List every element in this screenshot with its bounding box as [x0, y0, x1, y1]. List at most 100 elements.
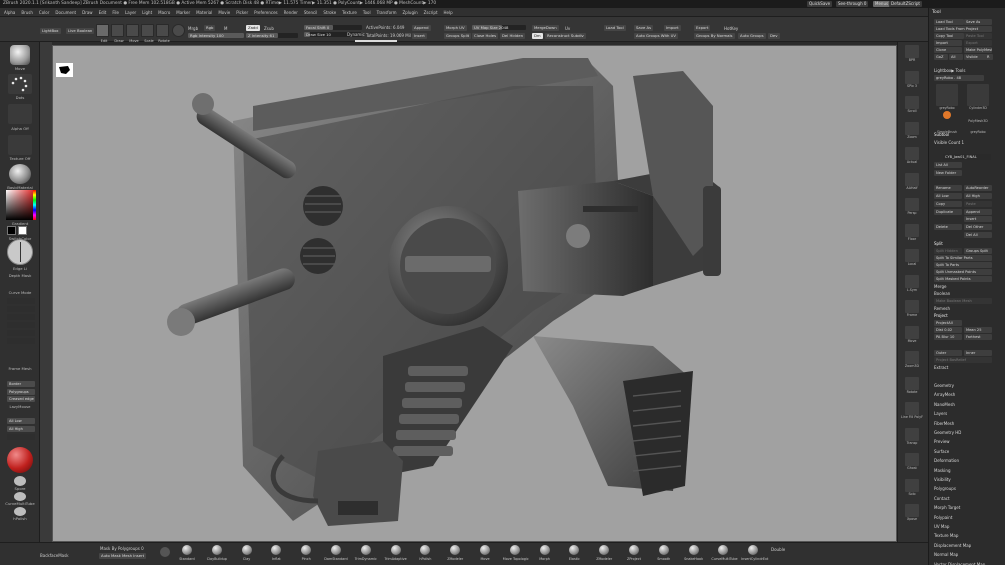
menu-file[interactable]: File [112, 10, 119, 15]
auto-groups-button[interactable]: Auto Groups [738, 33, 766, 39]
view-l-sym-button[interactable]: L.Sym [905, 274, 919, 292]
tool-clone-button[interactable]: Clone [934, 47, 962, 53]
menu-marker[interactable]: Marker [176, 10, 190, 15]
rename-button[interactable]: Rename [934, 185, 962, 191]
menus-toggle[interactable]: Menus [873, 1, 891, 7]
tool-thumb-greyrobo-2[interactable]: greyRobo [967, 108, 989, 134]
creased-edge-button[interactable]: Creased edge [7, 396, 35, 402]
mrgb-toggle[interactable]: Mrgb [188, 26, 198, 31]
double-toggle[interactable]: Double [771, 547, 785, 552]
menu-material[interactable]: Material [196, 10, 212, 15]
main-color-swatch[interactable] [7, 226, 16, 235]
tool-thumb-greyrobo[interactable]: greyRobo [936, 84, 958, 110]
menu-picker[interactable]: Picker [236, 10, 248, 15]
save-as-button[interactable]: Save As [634, 25, 654, 31]
hpolish-brush-icon[interactable] [14, 507, 26, 516]
section-visibility[interactable]: Visibility [934, 477, 951, 482]
view-aahalf-button[interactable]: AAHalf [905, 172, 919, 190]
brush-move-topologic[interactable]: Move Topologic [503, 545, 529, 561]
brush-smooth[interactable]: Smooth [652, 545, 676, 561]
brush-zmodeler[interactable]: ZModeler [592, 545, 616, 561]
dynamic-toggle[interactable]: Dynamic [347, 32, 365, 37]
groups-split-button[interactable]: Groups Split [444, 33, 472, 39]
brush-damstandard[interactable]: DamStandard [324, 545, 348, 561]
document-canvas[interactable] [52, 45, 897, 542]
view-zoom3d-button[interactable]: Zoom3D [905, 351, 919, 368]
section-deformation[interactable]: Deformation [934, 458, 959, 463]
menu-color[interactable]: Color [39, 10, 49, 15]
menu-zplugin[interactable]: Zplugin [403, 10, 418, 15]
tool-export-button[interactable]: Export [964, 40, 992, 46]
load-tool-button[interactable]: Load Tool [604, 25, 626, 31]
section-layers[interactable]: Layers [934, 411, 947, 416]
append-subtool-button[interactable]: Append [964, 209, 992, 215]
menu-help[interactable]: Help [444, 10, 453, 15]
edit-mode-button[interactable]: Edit [96, 24, 109, 43]
brush-curvemultitube[interactable]: CurveMultiTube [711, 545, 738, 561]
brush-pinch[interactable]: Pinch [294, 545, 318, 561]
rgb-toggle[interactable]: Rgb [204, 25, 216, 31]
texture-thumbnail-icon[interactable] [8, 135, 32, 155]
brush-snakehook[interactable]: SnakeHook [682, 545, 706, 561]
brush-thumbnail-icon[interactable] [10, 45, 30, 65]
paste-button[interactable]: Paste [964, 201, 992, 207]
tool-load-tools-from-project-button[interactable]: Load Tools From Project [934, 26, 992, 32]
split-unmasked-button[interactable]: Split Unmasked Points [934, 269, 992, 275]
tool-copy-tool-button[interactable]: Copy Tool [934, 33, 964, 39]
view-transp-button[interactable]: Transp [905, 427, 919, 445]
del-all-button[interactable]: Del All [964, 232, 992, 238]
depth-mask-label[interactable]: Depth Mask [2, 273, 38, 278]
brush-morph[interactable]: Morph [533, 545, 557, 561]
view-persp-button[interactable]: Persp [905, 198, 919, 215]
append-button[interactable]: Append [412, 25, 431, 31]
all-high-button[interactable]: All High [7, 426, 35, 432]
menu-transform[interactable]: Transform [377, 10, 397, 15]
export-button[interactable]: Export [694, 25, 711, 31]
edge-loop-widget[interactable] [7, 239, 33, 265]
view-spix-3-button[interactable]: SPix 3 [905, 70, 919, 88]
section-uv-map[interactable]: UV Map [934, 524, 949, 529]
delete-button[interactable]: Delete [934, 224, 962, 230]
project-section-header[interactable]: Project [934, 313, 948, 318]
farthest-button[interactable]: Farthest [964, 334, 992, 340]
section-preview[interactable]: Preview [934, 439, 950, 444]
menu-draw[interactable]: Draw [82, 10, 92, 15]
menu-layer[interactable]: Layer [125, 10, 136, 15]
remesh-section-header[interactable]: Remesh [934, 306, 950, 311]
section-texture-map[interactable]: Texture Map [934, 533, 958, 538]
auto-mask-mesh-insert-button[interactable]: Auto Mask Mesh Insert [99, 553, 147, 559]
material-thumbnail-icon[interactable] [9, 164, 31, 184]
tool-goz-button[interactable]: GoZ [934, 54, 948, 60]
view-ghost-button[interactable]: Ghost [905, 453, 919, 470]
lazy-mouse-label[interactable]: LazyMouse [2, 404, 38, 409]
morph-uv-button[interactable]: Morph UV [444, 25, 467, 31]
view-bpr-button[interactable]: BPR [905, 45, 919, 62]
merge-section-header[interactable]: Merge [934, 284, 947, 289]
brush-trimdynamic[interactable]: TrimDynamic [354, 545, 378, 561]
uv-map-size-slider[interactable]: UV Map Size 2048 [472, 25, 526, 30]
view-scroll-button[interactable]: Scroll [905, 96, 919, 113]
quicksave-button[interactable]: QuickSave [807, 1, 833, 7]
menu-movie[interactable]: Movie [218, 10, 230, 15]
view-rotate-button[interactable]: Rotate [905, 376, 919, 394]
uv-toggle[interactable]: Uv [565, 26, 570, 31]
current-tool-slider[interactable]: greyRobo . 48 [934, 75, 984, 81]
menu-light[interactable]: Light [142, 10, 152, 15]
lightbox-tools-button[interactable]: Lightbox▶ Tools [934, 68, 965, 73]
curve-mode-label[interactable]: Curve Mode [2, 290, 38, 295]
section-geometry[interactable]: Geometry [934, 383, 954, 388]
view-line-fill-polyf-button[interactable]: Line Fill PolyF [901, 402, 923, 419]
brush-standard[interactable]: Standard [175, 545, 199, 561]
all-low-button[interactable]: All Low [7, 418, 35, 424]
import-button[interactable]: Import [664, 25, 681, 31]
curve-multi-tube-icon[interactable] [14, 492, 26, 501]
view-solo-button[interactable]: Solo [905, 478, 919, 496]
extract-section-header[interactable]: Extract [934, 365, 948, 370]
tool-make-polymesh3d-button[interactable]: Make PolyMesh3D [964, 47, 992, 53]
merge-down-button[interactable]: MergeDown [532, 25, 559, 31]
zsub-toggle[interactable]: Zsub [264, 26, 274, 31]
menu-texture[interactable]: Texture [342, 10, 357, 15]
brush-inflat[interactable]: Inflat [264, 545, 288, 561]
view-actual-button[interactable]: Actual [905, 147, 919, 164]
list-all-button[interactable]: List All [934, 162, 962, 168]
